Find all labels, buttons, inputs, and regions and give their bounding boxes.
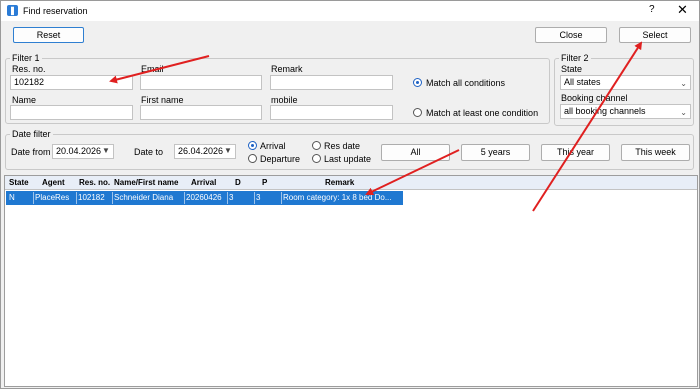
cell-divider (227, 192, 228, 204)
email-input[interactable] (140, 75, 262, 90)
date-5years-button[interactable]: 5 years (461, 144, 530, 161)
state-select[interactable]: All states ⌄ (560, 75, 691, 90)
cell-divider (112, 192, 113, 204)
match-one-label: Match at least one condition (426, 108, 539, 118)
col-name[interactable]: Name/First name (114, 178, 178, 187)
title-bar: ❚ Find reservation ? ✕ (1, 1, 699, 21)
booking-channel-label: Booking channel (561, 93, 628, 103)
cell-divider (76, 192, 77, 204)
cell-state: N (9, 193, 15, 202)
date-to-value: 26.04.2026 (178, 146, 224, 156)
select-button[interactable]: Select (619, 27, 691, 43)
match-all-radio[interactable] (413, 78, 422, 87)
table-row[interactable]: N PlaceRes 102182 Schneider Diana 202604… (6, 191, 403, 205)
remark-input[interactable] (270, 75, 393, 90)
chevron-down-icon: ⌄ (680, 108, 687, 117)
cell-remark: Room category: 1x 8 bed Do... (283, 193, 392, 202)
col-remark[interactable]: Remark (325, 178, 354, 187)
filter2-legend: Filter 2 (559, 53, 591, 63)
res-no-label: Res. no. (12, 64, 46, 74)
cell-res-no: 102182 (78, 193, 105, 202)
date-this-week-button[interactable]: This week (621, 144, 690, 161)
first-name-input[interactable] (140, 105, 262, 120)
cell-d: 3 (229, 193, 234, 202)
col-p[interactable]: P (262, 178, 267, 187)
arrival-label: Arrival (260, 141, 286, 151)
mobile-input[interactable] (270, 105, 393, 120)
calendar-dropdown-icon[interactable]: ▼ (102, 146, 110, 155)
cell-divider (184, 192, 185, 204)
cell-divider (254, 192, 255, 204)
col-res-no[interactable]: Res. no. (79, 178, 110, 187)
col-agent[interactable]: Agent (42, 178, 65, 187)
departure-radio[interactable] (248, 154, 257, 163)
date-all-button[interactable]: All (381, 144, 450, 161)
first-name-label: First name (141, 95, 184, 105)
last-update-radio[interactable] (312, 154, 321, 163)
cell-arrival: 20260426 (186, 193, 222, 202)
match-all-label: Match all conditions (426, 78, 506, 88)
app-icon: ❚ (7, 5, 18, 16)
booking-channel-select-value: all booking channels (564, 106, 646, 116)
help-button[interactable]: ? (649, 4, 655, 15)
col-arrival[interactable]: Arrival (191, 178, 216, 187)
name-label: Name (12, 95, 37, 105)
last-update-label: Last update (324, 154, 372, 164)
cell-name: Schneider Diana (114, 193, 174, 202)
find-reservation-window: ❚ Find reservation ? ✕ Reset Close Selec… (0, 0, 700, 389)
res-date-label: Res date (324, 141, 361, 151)
reset-button[interactable]: Reset (13, 27, 84, 43)
state-select-value: All states (564, 77, 601, 87)
cell-agent: PlaceRes (35, 193, 70, 202)
email-label: Email (141, 64, 164, 74)
date-filter-legend: Date filter (10, 129, 53, 139)
res-date-radio[interactable] (312, 141, 321, 150)
chevron-down-icon: ⌄ (680, 79, 687, 88)
close-button[interactable]: Close (535, 27, 607, 43)
date-from-value: 20.04.2026 (56, 146, 102, 156)
mobile-label: mobile (271, 95, 298, 105)
col-state[interactable]: State (9, 178, 29, 187)
remark-label: Remark (271, 64, 303, 74)
cell-divider (281, 192, 282, 204)
cell-divider (33, 192, 34, 204)
col-d[interactable]: D (235, 178, 241, 187)
close-window-icon[interactable]: ✕ (677, 2, 688, 18)
date-from-label: Date from (11, 147, 51, 157)
booking-channel-select[interactable]: all booking channels ⌄ (560, 104, 691, 119)
state-label: State (561, 64, 583, 74)
cell-p: 3 (256, 193, 261, 202)
name-input[interactable] (10, 105, 133, 120)
match-one-radio[interactable] (413, 108, 422, 117)
window-title: Find reservation (23, 6, 88, 16)
results-table[interactable]: State Agent Res. no. Name/First name Arr… (4, 175, 698, 387)
date-this-year-button[interactable]: This year (541, 144, 610, 161)
arrival-radio[interactable] (248, 141, 257, 150)
departure-label: Departure (260, 154, 301, 164)
filter1-legend: Filter 1 (10, 53, 42, 63)
date-to-label: Date to (134, 147, 164, 157)
calendar-dropdown-icon[interactable]: ▼ (224, 146, 232, 155)
res-no-input[interactable]: 102182 (10, 75, 133, 90)
table-header: State Agent Res. no. Name/First name Arr… (5, 176, 697, 190)
